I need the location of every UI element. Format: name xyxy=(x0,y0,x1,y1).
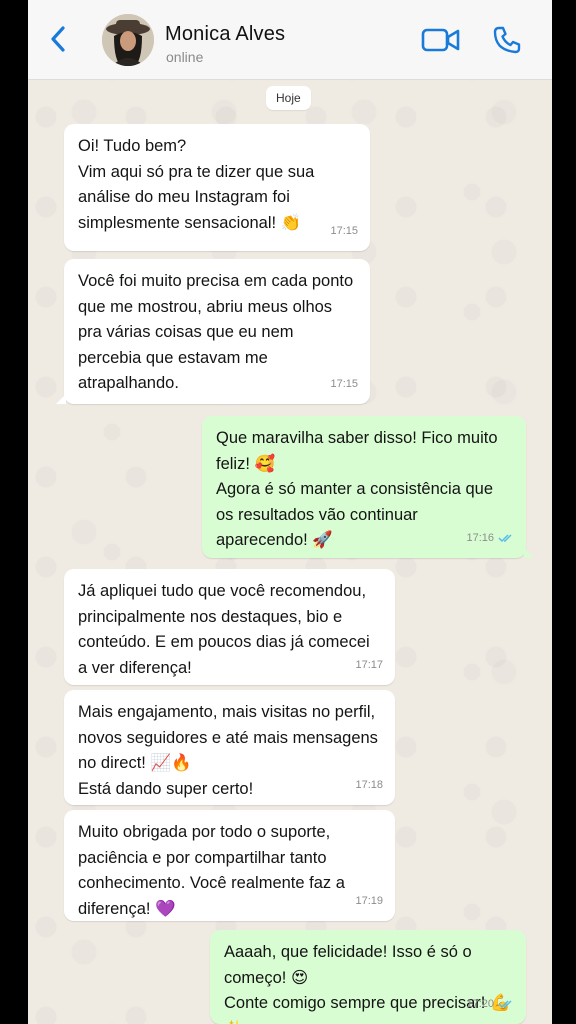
bubble-tail xyxy=(56,394,66,404)
bubble-tail xyxy=(524,548,534,558)
date-chip: Hoje xyxy=(266,86,311,110)
message-time: 17:17 xyxy=(355,658,383,671)
message-text: Você foi muito precisa em cada ponto que… xyxy=(78,272,354,392)
avatar[interactable] xyxy=(102,14,154,66)
contact-status: online xyxy=(166,49,204,65)
message-time: 17:15 xyxy=(330,377,358,390)
video-call-button[interactable] xyxy=(421,27,461,53)
message-time: 17:20 xyxy=(466,992,514,1018)
message-time: 17:16 xyxy=(466,526,514,552)
double-check-icon xyxy=(498,534,512,543)
message-bubble-incoming[interactable]: Mais engajamento, mais visitas no perfil… xyxy=(64,690,395,805)
phone-icon xyxy=(493,26,521,54)
message-bubble-incoming[interactable]: Muito obrigada por todo o suporte, paciê… xyxy=(64,810,395,921)
chat-header: Monica Alves online xyxy=(28,0,552,80)
message-bubble-outgoing[interactable]: Que maravilha saber disso! Fico muito fe… xyxy=(202,416,534,558)
message-text: Mais engajamento, mais visitas no perfil… xyxy=(78,703,378,798)
message-bubble-incoming[interactable]: Você foi muito precisa em cada ponto que… xyxy=(56,259,370,404)
message-time: 17:19 xyxy=(355,894,383,907)
double-check-icon xyxy=(498,1000,512,1009)
message-time: 17:18 xyxy=(355,778,383,791)
message-text: Já apliquei tudo que você recomendou, pr… xyxy=(78,582,370,677)
voice-call-button[interactable] xyxy=(491,24,523,56)
back-button[interactable] xyxy=(46,24,72,54)
message-text: Muito obrigada por todo o suporte, paciê… xyxy=(78,823,345,918)
message-bubble-incoming[interactable]: Já apliquei tudo que você recomendou, pr… xyxy=(64,569,395,685)
message-time: 17:15 xyxy=(330,224,358,237)
message-bubble-incoming[interactable]: Oi! Tudo bem? Vim aqui só pra te dizer q… xyxy=(64,124,370,251)
contact-name[interactable]: Monica Alves xyxy=(165,23,285,46)
message-bubble-outgoing[interactable]: Aaaah, que felicidade! Isso é só o começ… xyxy=(210,930,526,1024)
video-camera-icon xyxy=(421,28,460,52)
message-text: Oi! Tudo bem? Vim aqui só pra te dizer q… xyxy=(78,137,315,232)
chevron-left-icon xyxy=(51,26,65,52)
chat-screen: Monica Alves online Hoje Oi! Tudo bem? V… xyxy=(28,0,552,1024)
